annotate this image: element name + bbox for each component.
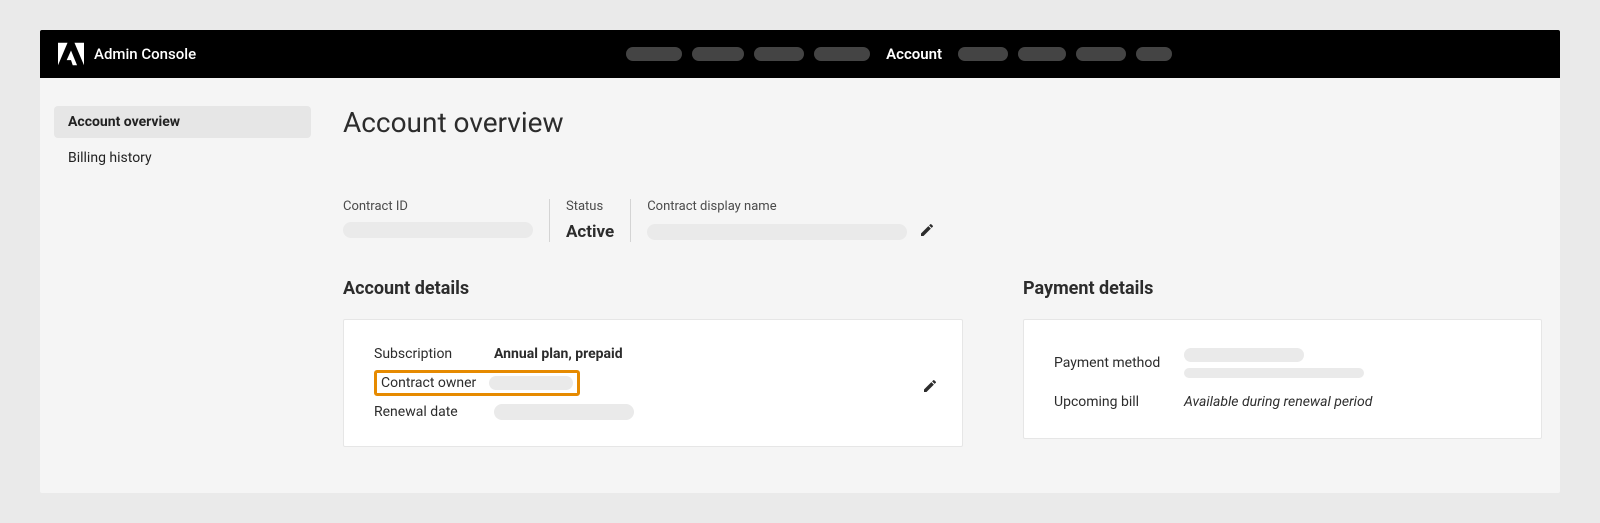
- nav-item-placeholder[interactable]: [958, 47, 1008, 61]
- contract-owner-label: Contract owner: [381, 375, 489, 391]
- adobe-logo-icon: [58, 42, 84, 66]
- status-value: Active: [566, 222, 614, 242]
- columns: Account details Subscription Annual plan…: [343, 278, 1542, 447]
- contract-meta-row: Contract ID Status Active Contract displ…: [343, 199, 1542, 242]
- payment-method-redacted-stack: [1184, 348, 1364, 378]
- contract-owner-row: Contract owner: [374, 368, 932, 398]
- nav-item-placeholder[interactable]: [754, 47, 804, 61]
- sidebar-item-label: Billing history: [68, 150, 152, 166]
- upcoming-bill-row: Upcoming bill Available during renewal p…: [1054, 386, 1511, 418]
- upcoming-bill-label: Upcoming bill: [1054, 394, 1184, 410]
- nav-item-placeholder[interactable]: [626, 47, 682, 61]
- renewal-date-label: Renewal date: [374, 404, 494, 420]
- subscription-row: Subscription Annual plan, prepaid: [374, 340, 932, 368]
- nav-item-account[interactable]: Account: [880, 45, 948, 63]
- payment-method-row: Payment method: [1054, 340, 1511, 386]
- pencil-icon: [922, 378, 938, 394]
- account-details-title: Account details: [343, 278, 963, 299]
- sidebar-item-billing-history[interactable]: Billing history: [54, 142, 311, 174]
- display-name-redacted: [647, 224, 907, 240]
- payment-details-card: Payment method Upcoming bill Available d…: [1023, 319, 1542, 439]
- account-details-column: Account details Subscription Annual plan…: [343, 278, 963, 447]
- contract-owner-redacted: [489, 376, 573, 390]
- nav-item-placeholder[interactable]: [814, 47, 870, 61]
- sidebar-item-label: Account overview: [68, 114, 180, 130]
- main: Account overview Contract ID Status Acti…: [325, 78, 1560, 493]
- nav-item-placeholder[interactable]: [692, 47, 744, 61]
- sidebar: Account overview Billing history: [40, 78, 325, 493]
- pencil-icon: [919, 222, 935, 238]
- display-name-block: Contract display name: [631, 199, 959, 242]
- payment-method-label: Payment method: [1054, 355, 1184, 371]
- contract-id-block: Contract ID: [343, 199, 550, 242]
- nav-item-placeholder[interactable]: [1018, 47, 1066, 61]
- app-title: Admin Console: [94, 45, 196, 63]
- subscription-value: Annual plan, prepaid: [494, 346, 623, 362]
- contract-owner-highlight: Contract owner: [374, 370, 580, 396]
- payment-method-redacted: [1184, 348, 1304, 362]
- subscription-label: Subscription: [374, 346, 494, 362]
- body: Account overview Billing history Account…: [40, 78, 1560, 493]
- top-nav: Account: [626, 45, 1172, 63]
- nav-item-placeholder[interactable]: [1076, 47, 1126, 61]
- payment-method-redacted-2: [1184, 368, 1364, 378]
- upcoming-bill-value: Available during renewal period: [1184, 394, 1372, 410]
- edit-display-name-button[interactable]: [919, 222, 935, 242]
- nav-item-placeholder[interactable]: [1136, 47, 1172, 61]
- logo-block: Admin Console: [58, 42, 196, 66]
- renewal-date-row: Renewal date: [374, 398, 932, 426]
- sidebar-item-account-overview[interactable]: Account overview: [54, 106, 311, 138]
- app-frame: Admin Console Account Account overview B…: [40, 30, 1560, 493]
- renewal-date-redacted: [494, 404, 634, 420]
- edit-account-details-button[interactable]: [922, 378, 938, 398]
- status-label: Status: [566, 199, 614, 214]
- contract-id-redacted: [343, 222, 533, 238]
- payment-details-title: Payment details: [1023, 278, 1542, 299]
- status-block: Status Active: [550, 199, 631, 242]
- display-name-label: Contract display name: [647, 199, 935, 214]
- account-details-card: Subscription Annual plan, prepaid Contra…: [343, 319, 963, 447]
- contract-id-label: Contract ID: [343, 199, 533, 214]
- header: Admin Console Account: [40, 30, 1560, 78]
- page-title: Account overview: [343, 106, 1542, 139]
- payment-details-column: Payment details Payment method Upcoming …: [1023, 278, 1542, 447]
